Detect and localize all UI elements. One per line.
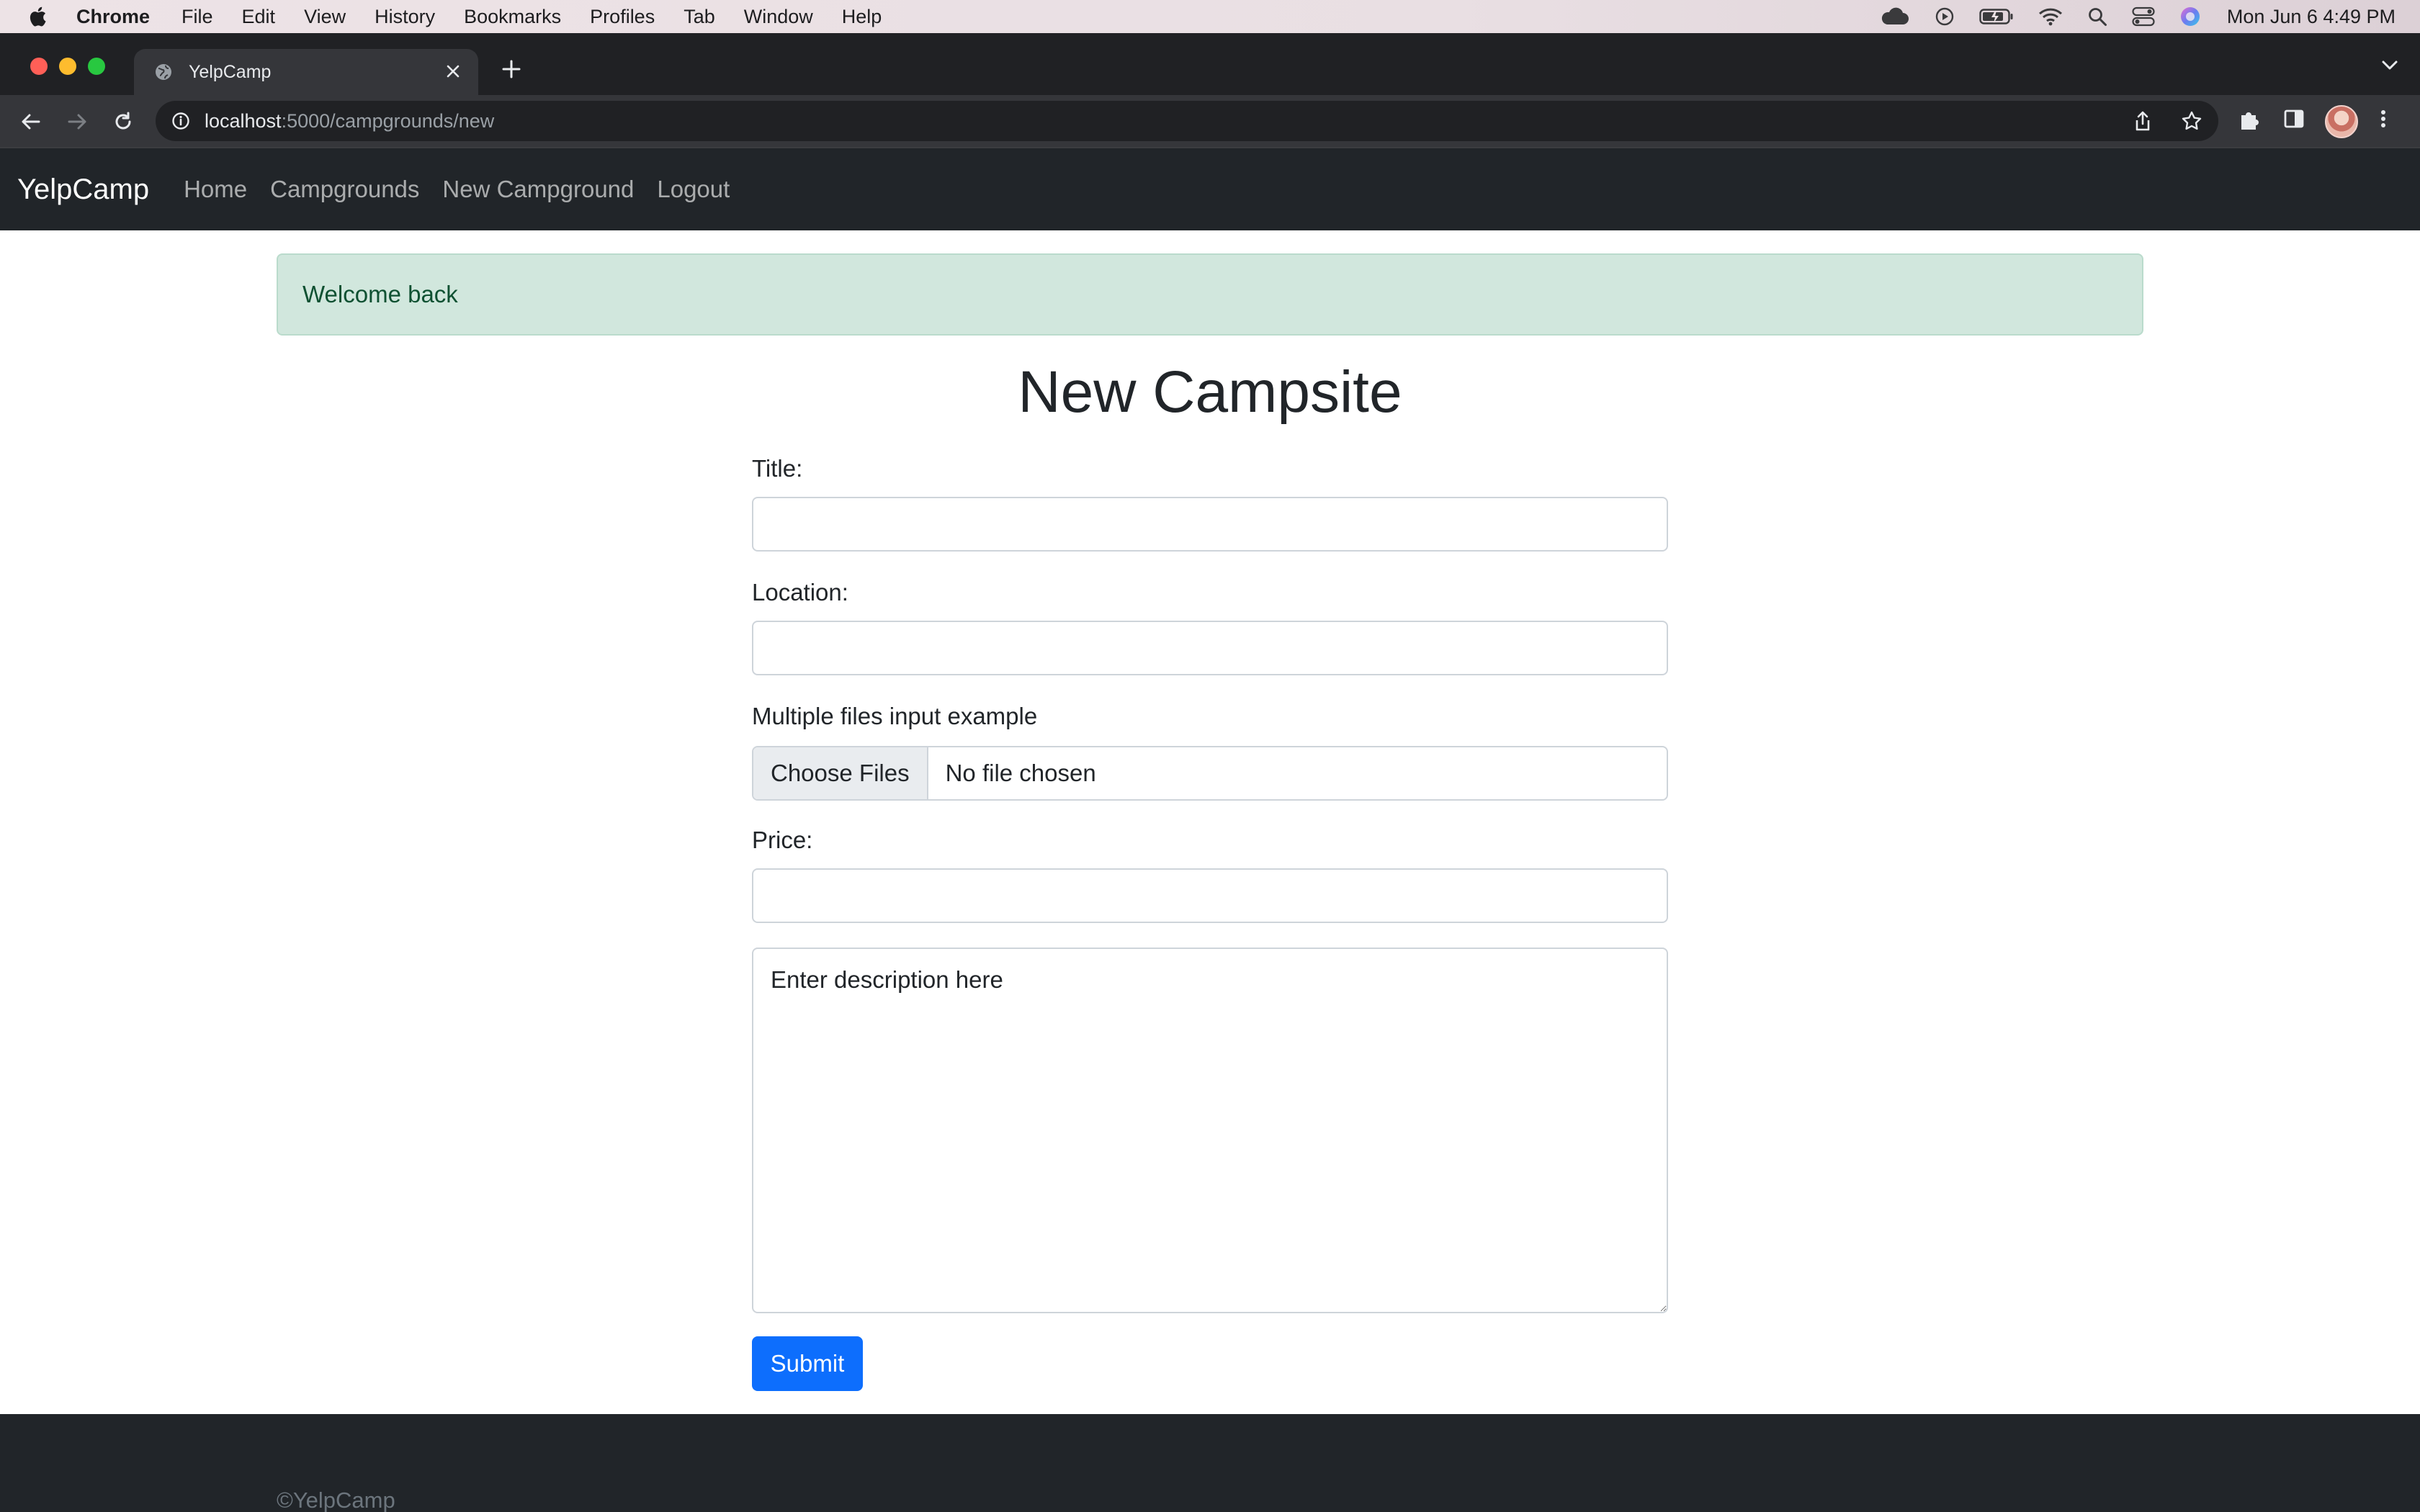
extensions-puzzle-icon[interactable] xyxy=(2237,108,2260,131)
page-title: New Campsite xyxy=(1018,359,1402,425)
site-navbar: YelpCamp Home Campgrounds New Campground… xyxy=(0,148,2420,230)
file-status-text: No file chosen xyxy=(945,760,1096,786)
price-label: Price: xyxy=(752,827,813,853)
browser-tab-strip: YelpCamp xyxy=(0,33,2420,95)
battery-icon[interactable] xyxy=(1979,7,2014,26)
site-footer: ©YelpCamp xyxy=(0,1414,2420,1512)
address-bar-actions xyxy=(2105,101,2202,141)
address-bar[interactable]: localhost:5000/campgrounds/new xyxy=(156,101,2218,141)
search-icon[interactable] xyxy=(2087,6,2107,27)
file-input[interactable]: Choose Files No file chosen xyxy=(752,746,1668,801)
tab-title: YelpCamp xyxy=(189,61,272,82)
play-icon[interactable] xyxy=(1935,6,1955,27)
window-zoom-button[interactable] xyxy=(88,58,105,75)
description-textarea[interactable] xyxy=(752,948,1668,1313)
menu-bookmarks[interactable]: Bookmarks xyxy=(464,6,561,28)
bookmark-star-icon[interactable] xyxy=(2181,110,2202,132)
menu-app-chrome[interactable]: Chrome xyxy=(76,6,150,28)
control-center-icon[interactable] xyxy=(2132,6,2155,27)
menu-edit[interactable]: Edit xyxy=(242,6,276,28)
menu-file[interactable]: File xyxy=(182,6,213,28)
menu-view[interactable]: View xyxy=(304,6,346,28)
browser-toolbar: localhost:5000/campgrounds/new xyxy=(0,95,2420,148)
menu-window[interactable]: Window xyxy=(744,6,813,28)
window-minimize-button[interactable] xyxy=(59,58,76,75)
tab-close-icon[interactable] xyxy=(441,59,465,84)
title-label: Title: xyxy=(752,455,803,482)
back-arrow-icon[interactable] xyxy=(17,108,45,135)
submit-button[interactable]: Submit xyxy=(752,1336,863,1391)
tab-search-chevron-icon[interactable] xyxy=(2381,59,2398,71)
menu-help[interactable]: Help xyxy=(842,6,882,28)
apple-logo-icon[interactable] xyxy=(27,6,48,27)
nav-link-new-campground[interactable]: New Campground xyxy=(442,176,634,203)
url-host: localhost xyxy=(205,109,282,132)
nav-link-home[interactable]: Home xyxy=(184,176,247,203)
site-info-icon[interactable] xyxy=(171,112,190,130)
side-panel-icon[interactable] xyxy=(2283,108,2305,130)
profile-avatar[interactable] xyxy=(2325,105,2358,138)
menu-profiles[interactable]: Profiles xyxy=(590,6,655,28)
location-label: Location: xyxy=(752,579,848,606)
forward-arrow-icon[interactable] xyxy=(63,108,91,135)
browser-tab[interactable]: YelpCamp xyxy=(134,49,478,95)
navbar-brand[interactable]: YelpCamp xyxy=(17,174,149,206)
files-label: Multiple files input example xyxy=(752,703,1038,729)
menu-tab[interactable]: Tab xyxy=(684,6,715,28)
share-icon[interactable] xyxy=(2133,110,2152,132)
new-tab-plus-icon[interactable] xyxy=(497,55,526,84)
siri-icon[interactable] xyxy=(2179,6,2201,27)
globe-icon xyxy=(154,63,173,81)
more-vertical-icon[interactable] xyxy=(2378,108,2388,130)
price-input[interactable] xyxy=(752,868,1668,923)
cloud-icon[interactable] xyxy=(1880,7,1910,26)
wifi-icon[interactable] xyxy=(2038,7,2063,26)
menubar-status-area: Mon Jun 6 4:49 PM xyxy=(1855,0,2396,33)
location-input[interactable] xyxy=(752,621,1668,675)
menubar-clock[interactable]: Mon Jun 6 4:49 PM xyxy=(2227,6,2396,28)
url-path: :5000/campgrounds/new xyxy=(281,109,495,132)
nav-link-logout[interactable]: Logout xyxy=(657,176,730,203)
menu-history[interactable]: History xyxy=(375,6,435,28)
title-input[interactable] xyxy=(752,497,1668,552)
reload-icon[interactable] xyxy=(109,108,137,135)
success-alert: Welcome back xyxy=(277,253,2143,336)
window-close-button[interactable] xyxy=(30,58,48,75)
macos-menu-bar: Chrome File Edit View History Bookmarks … xyxy=(0,0,2420,33)
nav-link-campgrounds[interactable]: Campgrounds xyxy=(270,176,419,203)
alert-message: Welcome back xyxy=(302,281,458,307)
choose-files-button[interactable]: Choose Files xyxy=(753,747,928,799)
footer-copyright: ©YelpCamp xyxy=(277,1488,395,1512)
